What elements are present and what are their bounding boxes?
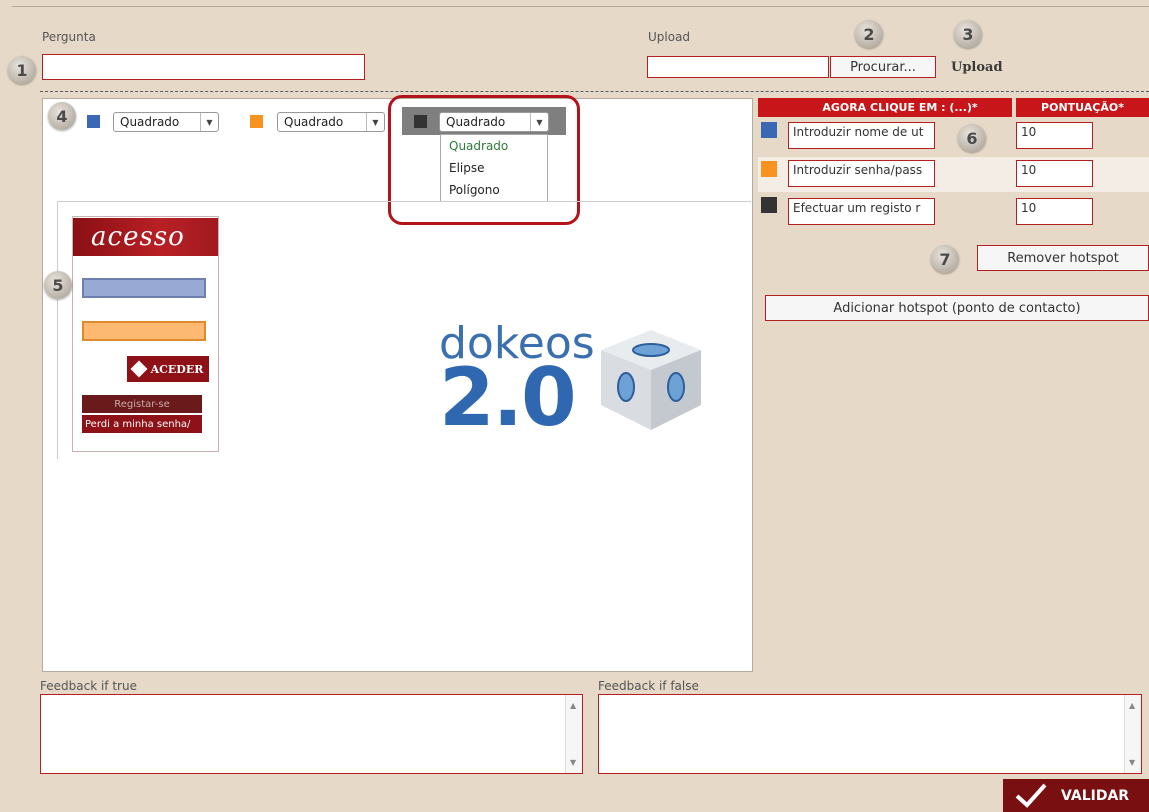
scrollbar[interactable]: ▲ ▼ [565,695,582,773]
shape-select-blue-value: Quadrado [120,115,180,129]
aceder-label: ACEDER [150,362,204,376]
dark-color-swatch [414,115,427,128]
scrollbar[interactable]: ▲ ▼ [1124,695,1141,773]
option-elipse[interactable]: Elipse [441,157,547,179]
feedback-true-label: Feedback if true [40,679,137,693]
dokeos-version: 2.0 [439,351,577,444]
upload-link[interactable]: Upload [951,60,1003,75]
shape-select-orange-value: Quadrado [284,115,344,129]
step-badge-1: 1 [8,56,36,84]
shape-select-dark[interactable]: Quadrado ▼ [439,112,549,132]
username-input[interactable] [82,278,206,298]
login-widget: acesso ACEDER Registar-se Perdi a minha … [72,216,219,452]
register-link[interactable]: Registar-se [82,395,202,413]
scroll-down-icon: ▼ [1129,758,1136,767]
top-divider [12,6,1149,7]
row-color-dark [761,197,777,213]
shape-select-blue[interactable]: Quadrado ▼ [113,112,219,132]
hotspot-canvas[interactable]: 4 Quadrado ▼ Quadrado ▼ Quadrado ▼ Quadr… [42,95,753,672]
hotspot-label-input[interactable]: Introduzir nome de ut [788,122,935,149]
step-badge-6: 6 [958,124,986,152]
aceder-button[interactable]: ACEDER [127,356,209,382]
hotspot-label-input[interactable]: Introduzir senha/pass [788,160,935,187]
row-color-orange [761,161,777,177]
image-top-border [57,201,751,202]
section-divider [40,91,1149,92]
row-color-blue [761,122,777,138]
password-input[interactable] [82,321,206,341]
orange-color-swatch [250,115,263,128]
hotspot-label-input[interactable]: Efectuar um registo r [788,198,935,225]
chevron-down-icon: ▼ [366,113,384,131]
feedback-false-textarea[interactable]: ▲ ▼ [598,694,1142,774]
validate-label: VALIDAR [1061,787,1130,804]
chevron-down-icon: ▼ [530,113,548,131]
step-badge-7: 7 [931,245,959,273]
step-badge-3: 3 [954,20,982,48]
forgot-password-link[interactable]: Perdi a minha senha/ [82,415,202,433]
image-left-border [57,201,58,459]
header-score: PONTUAÇÃO* [1016,98,1149,117]
checkmark-icon [1015,783,1047,808]
step-badge-5: 5 [44,271,72,299]
validate-button[interactable]: VALIDAR [1003,779,1149,812]
step-badge-4: 4 [48,102,76,130]
add-hotspot-button[interactable]: Adicionar hotspot (ponto de contacto) [765,295,1149,321]
acesso-logo: acesso [73,218,218,256]
shape-select-dark-value: Quadrado [446,115,506,129]
header-click: AGORA CLIQUE EM : (...)* [788,98,1012,117]
scroll-up-icon: ▲ [570,701,577,710]
upload-label: Upload [648,30,691,44]
scroll-up-icon: ▲ [1129,701,1136,710]
option-poligono[interactable]: Polígono [441,179,547,201]
dokeos-cube-icon [601,330,701,430]
shape-select-orange[interactable]: Quadrado ▼ [277,112,385,132]
upload-file-input[interactable] [647,56,829,78]
remove-hotspot-button[interactable]: Remover hotspot [977,245,1149,271]
hotspot-score-input[interactable]: 10 [1016,160,1093,187]
question-label: Pergunta [42,30,96,44]
feedback-false-label: Feedback if false [598,679,699,693]
option-quadrado[interactable]: Quadrado [441,135,547,157]
scroll-down-icon: ▼ [570,758,577,767]
tag-icon [130,360,148,378]
step-badge-2: 2 [855,20,883,48]
shape-dropdown-list: Quadrado Elipse Polígono [440,134,548,202]
chevron-down-icon: ▼ [200,113,218,131]
hotspot-score-input[interactable]: 10 [1016,198,1093,225]
header-corner [758,98,788,117]
feedback-true-textarea[interactable]: ▲ ▼ [40,694,583,774]
browse-button[interactable]: Procurar... [830,56,936,78]
blue-color-swatch [87,115,100,128]
question-input[interactable] [42,54,365,80]
hotspot-score-input[interactable]: 10 [1016,122,1093,149]
